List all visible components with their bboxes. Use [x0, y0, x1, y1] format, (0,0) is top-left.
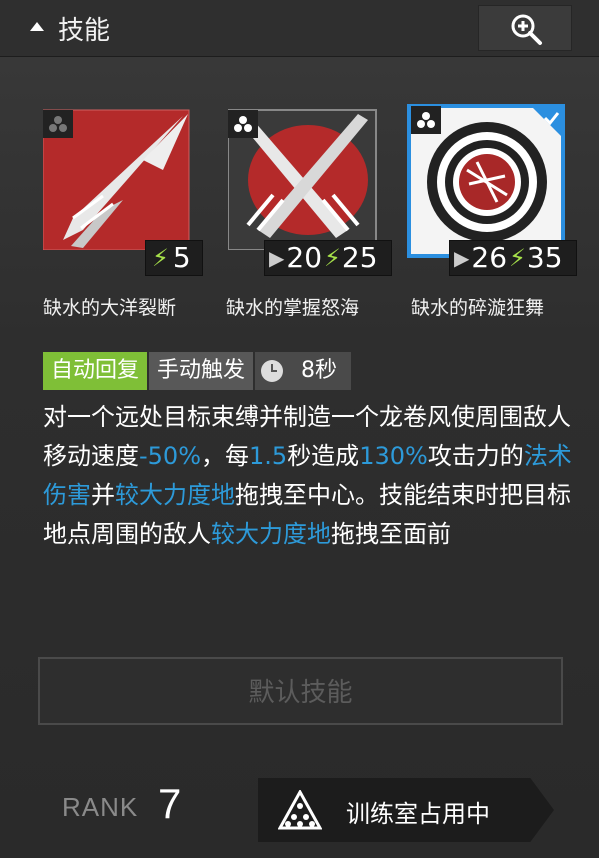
lightning-icon: ⚡	[324, 244, 341, 272]
default-skill-button[interactable]: 默认技能	[38, 657, 563, 725]
lightning-icon: ⚡	[509, 244, 526, 272]
triangle-lattice-icon	[278, 790, 322, 830]
duration-value: 8秒	[301, 358, 338, 383]
skills-header: 技能	[0, 0, 599, 57]
rank-value: 7	[158, 780, 182, 827]
lightning-icon: ⚡	[152, 244, 169, 272]
trigger-tag: 手动触发	[149, 352, 254, 390]
skill-description: 对一个远处目标束缚并制造一个龙卷风使周围敌人移动速度-50%，每1.5秒造成13…	[43, 398, 573, 554]
zoom-button[interactable]	[478, 5, 572, 51]
desc-text: 秒造成	[287, 442, 360, 470]
duration-tag: 8秒	[255, 352, 352, 390]
skill-card-2[interactable]: ▶ 20 ⚡ 25 缺水的掌握怒海	[226, 100, 392, 330]
skill-card-3[interactable]: ▶ 26 ⚡ 35 缺水的碎漩狂舞	[407, 100, 577, 330]
skill-3-name: 缺水的碎漩狂舞	[411, 297, 545, 319]
play-triangle-icon: ▶	[269, 246, 285, 270]
skill-1-name: 缺水的大洋裂断	[43, 297, 177, 319]
skill-2-name: 缺水的掌握怒海	[226, 297, 360, 319]
training-status: 训练室占用中	[346, 800, 490, 828]
section-title: 技能	[58, 16, 111, 46]
collapse-triangle-icon[interactable]	[30, 22, 44, 31]
desc-text: 攻击力的	[427, 442, 524, 470]
skill-3-sp-cost: ▶ 26 ⚡ 35	[449, 240, 577, 276]
sp-recovery-tag: 自动回复	[43, 352, 148, 390]
desc-text: ，每	[201, 442, 250, 470]
training-room-button[interactable]: 训练室占用中	[258, 778, 554, 842]
skill-2-sp-cost: ▶ 20 ⚡ 25	[264, 240, 392, 276]
desc-highlight: 较大力度地	[115, 481, 235, 509]
skill-list: ⚡ 5 缺水的大洋裂断 ▶ 20 ⚡ 25 缺水的掌握怒海 ▶ 26 ⚡ 35 …	[0, 100, 599, 340]
skill-1-sp-cost: ⚡ 5	[145, 240, 203, 276]
desc-text: 并	[91, 481, 115, 509]
desc-highlight: -50%	[139, 442, 202, 470]
desc-highlight: 130%	[359, 442, 428, 470]
clock-icon	[261, 360, 284, 382]
play-triangle-icon: ▶	[454, 246, 470, 270]
desc-text: 拖拽至面前	[331, 520, 451, 548]
desc-highlight: 1.5	[249, 442, 288, 470]
skill-card-1[interactable]: ⚡ 5 缺水的大洋裂断	[43, 100, 203, 330]
skill-tags: 自动回复 手动触发 8秒	[43, 352, 353, 390]
rank-label: RANK	[62, 792, 139, 822]
desc-highlight: 较大力度地	[211, 520, 331, 548]
magnifier-plus-icon	[511, 14, 542, 45]
